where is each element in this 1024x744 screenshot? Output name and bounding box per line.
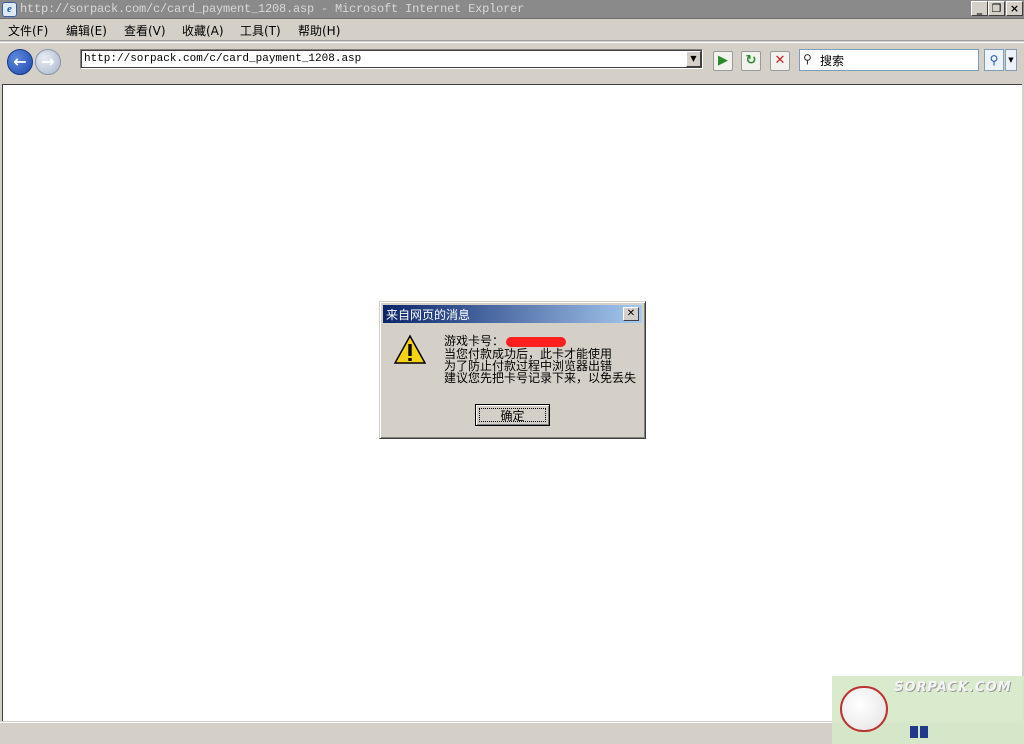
card-number-line: 游戏卡号： (444, 334, 567, 348)
forward-icon[interactable]: → (35, 49, 61, 75)
search-icon: ⚲ (803, 52, 812, 66)
watermark-logo: SORPACK.COM (832, 676, 1024, 744)
toolbar: ← → ▼ ▶ ↻ ✕ ⚲ ⚲ ▼ (0, 42, 1024, 82)
dialog-title-bar: 来自网页的消息 ✕ (383, 305, 642, 323)
chevron-down-icon[interactable]: ▼ (686, 51, 701, 67)
ok-button[interactable]: 确定 (475, 404, 550, 426)
menu-tools[interactable]: 工具(T) (240, 22, 281, 39)
ie-logo-icon: e (2, 2, 17, 17)
search-input[interactable] (820, 52, 975, 68)
message-line-4: 建议您先把卡号记录下来，以免丢失 (444, 371, 637, 385)
menu-file[interactable]: 文件(F) (8, 22, 48, 39)
menu-view[interactable]: 查看(V) (124, 22, 166, 39)
dialog-title: 来自网页的消息 (386, 308, 471, 322)
ok-focus-ring (479, 408, 546, 422)
dialog-close-button[interactable]: ✕ (623, 307, 639, 321)
minimize-button[interactable]: _ (971, 1, 988, 16)
search-box[interactable]: ⚲ (799, 49, 979, 71)
refresh-icon[interactable]: ↻ (741, 51, 761, 71)
menu-edit[interactable]: 编辑(E) (66, 22, 107, 39)
menu-bar: 文件(F) 编辑(E) 查看(V) 收藏(A) 工具(T) 帮助(H) (0, 19, 1024, 41)
search-button[interactable]: ⚲ (984, 49, 1004, 71)
go-icon[interactable]: ▶ (713, 51, 733, 71)
address-bar[interactable]: ▼ (80, 49, 703, 69)
search-options-chevron-icon[interactable]: ▼ (1005, 49, 1017, 71)
watermark-text: SORPACK.COM (894, 680, 1012, 695)
close-window-button[interactable]: × (1006, 1, 1023, 16)
logo-ball-icon (840, 686, 888, 732)
address-input[interactable] (84, 51, 684, 67)
logo-blocks-icon (910, 726, 928, 738)
menu-favorites[interactable]: 收藏(A) (182, 22, 224, 39)
window-title: http://sorpack.com/c/card_payment_1208.a… (20, 2, 525, 16)
window-title-bar: e http://sorpack.com/c/card_payment_1208… (0, 0, 1024, 19)
redacted-card-number (506, 336, 567, 347)
stop-icon[interactable]: ✕ (770, 51, 790, 71)
card-number-label: 游戏卡号： (444, 334, 505, 348)
menu-help[interactable]: 帮助(H) (298, 22, 340, 39)
warning-icon (394, 334, 426, 364)
restore-button[interactable]: ❐ (988, 1, 1005, 16)
alert-dialog: 来自网页的消息 ✕ 游戏卡号： 当您付款成功后，此卡才能使用 为了防止付款过程中… (379, 301, 646, 439)
back-icon[interactable]: ← (7, 49, 33, 75)
